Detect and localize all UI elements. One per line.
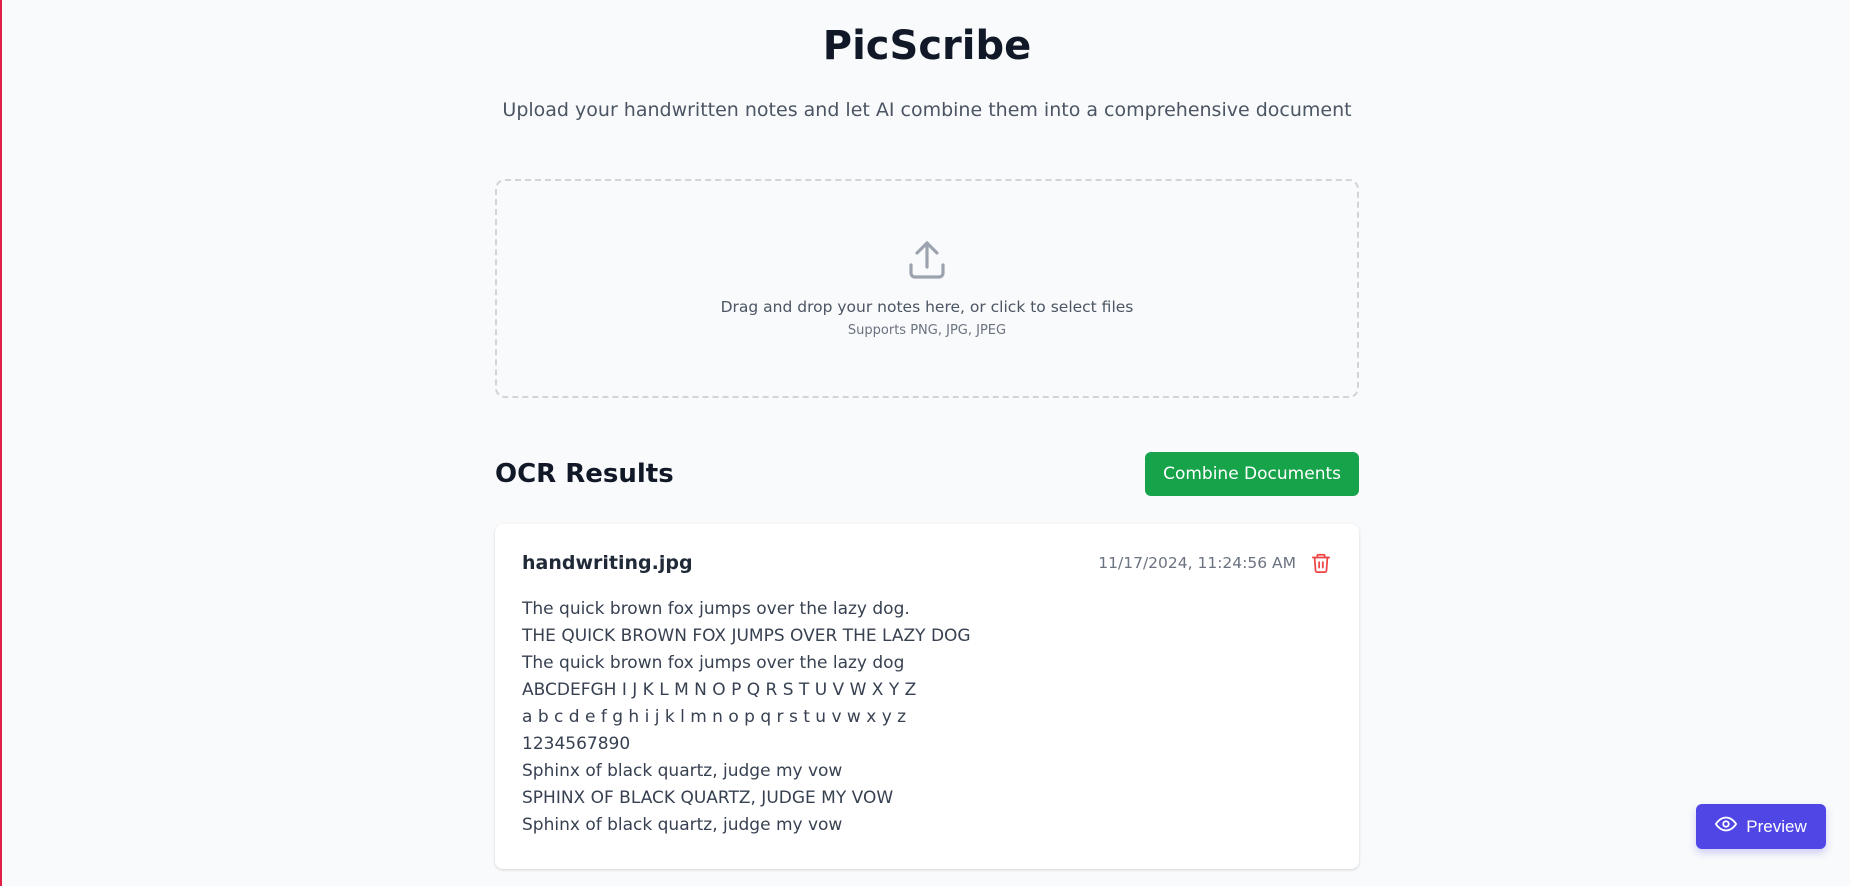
ocr-text-line: The quick brown fox jumps over the lazy …	[522, 653, 905, 673]
ocr-text-line: 1234567890	[522, 734, 631, 754]
ocr-text-line: The quick brown fox jumps over the lazy …	[522, 599, 910, 619]
eye-icon	[1715, 813, 1738, 840]
preview-button[interactable]: Preview	[1696, 804, 1826, 849]
ocr-text: The quick brown fox jumps over the lazy …	[522, 596, 1332, 839]
ocr-text-line: SPHINX OF BLACK QUARTZ, JUDGE MY VOW	[522, 788, 894, 808]
window-edge	[0, 0, 2, 886]
upload-dropzone[interactable]: Drag and drop your notes here, or click …	[495, 179, 1359, 398]
results-title: OCR Results	[495, 459, 674, 489]
page-title: PicScribe	[822, 23, 1032, 69]
dropzone-supported-formats: Supports PNG, JPG, JPEG	[847, 323, 1007, 338]
ocr-text-line: ABCDEFGH I J K L M N O P Q R S T U V W X…	[522, 680, 917, 700]
ocr-text-line: Sphinx of black quartz, judge my vow	[522, 761, 843, 781]
ocr-text-line: THE QUICK BROWN FOX JUMPS OVER THE LAZY …	[522, 626, 971, 646]
ocr-card-header: handwriting.jpg 11/17/2024, 11:24:56 AM	[522, 552, 1332, 574]
page-subtitle: Upload your handwritten notes and let AI…	[502, 99, 1352, 121]
main-container: PicScribe Upload your handwritten notes …	[495, 0, 1359, 869]
trash-icon[interactable]	[1310, 552, 1332, 574]
ocr-result-card: handwriting.jpg 11/17/2024, 11:24:56 AM …	[495, 524, 1359, 869]
upload-icon	[903, 237, 951, 285]
dropzone-instructions: Drag and drop your notes here, or click …	[720, 298, 1134, 316]
ocr-text-line: Sphinx of black quartz, judge my vow	[522, 815, 843, 835]
ocr-card-meta: 11/17/2024, 11:24:56 AM	[1098, 552, 1332, 574]
preview-label: Preview	[1746, 816, 1807, 836]
results-header: OCR Results Combine Documents	[495, 452, 1359, 496]
ocr-timestamp: 11/17/2024, 11:24:56 AM	[1098, 554, 1296, 572]
combine-documents-button[interactable]: Combine Documents	[1145, 452, 1359, 496]
ocr-text-line: a b c d e f g h i j k l m n o p q r s t …	[522, 707, 907, 727]
ocr-filename: handwriting.jpg	[522, 552, 693, 574]
